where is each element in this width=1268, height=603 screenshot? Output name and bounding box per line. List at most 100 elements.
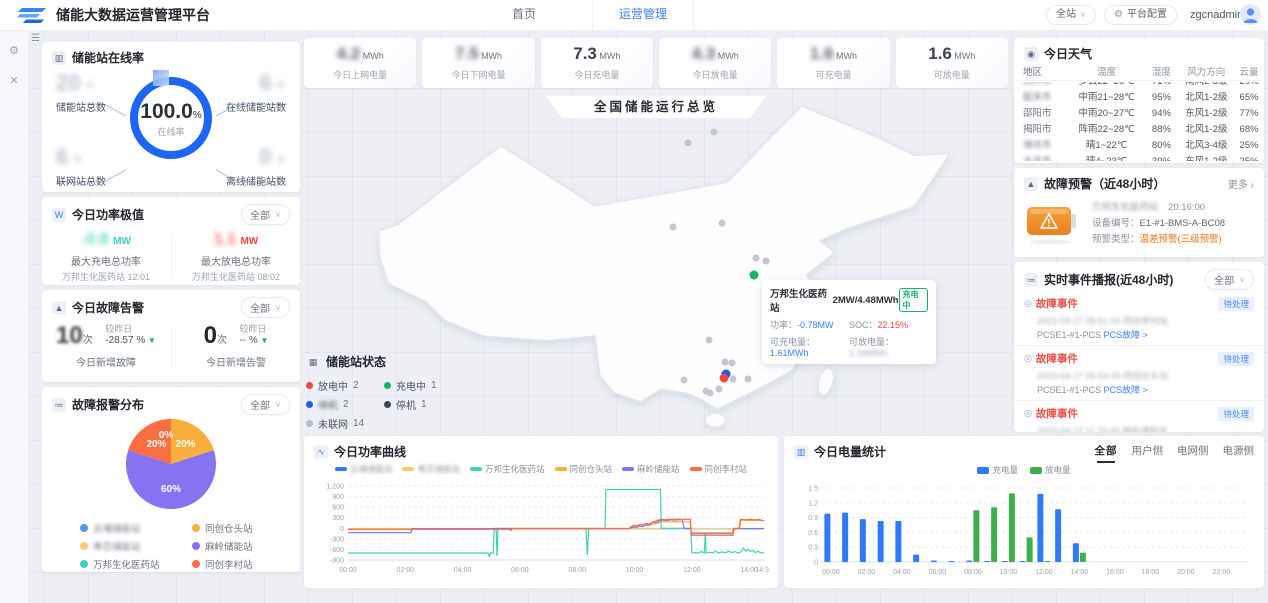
chevron-right-icon[interactable]: > [1140, 385, 1148, 395]
stat-card: 7.3 MWh今日充电量 [541, 38, 653, 88]
tab-source-side[interactable]: 电源侧 [1223, 443, 1255, 460]
status-dot [306, 420, 313, 427]
collapse-menu-icon[interactable]: ☰ [31, 33, 40, 44]
bar-放电量[interactable] [1027, 537, 1033, 562]
event-fault-link[interactable]: PCS故障 [1104, 330, 1141, 340]
curve-legend-item[interactable]: 同创李村站 [690, 463, 748, 475]
bar-充电量[interactable] [842, 513, 848, 562]
station-dot[interactable] [681, 377, 688, 384]
trend-down-icon: ▼ [261, 336, 269, 345]
bar-放电量[interactable] [991, 507, 997, 562]
pie-legend-item[interactable]: 万邦生化医药站 [80, 555, 190, 573]
weather-humidity: 71% [1145, 82, 1179, 90]
bar-legend-item[interactable]: 放电量 [1030, 464, 1071, 476]
bar-充电量[interactable] [860, 519, 866, 562]
stat-unit: 个 [73, 156, 83, 167]
tab-grid-side[interactable]: 电网侧 [1177, 443, 1209, 460]
pie-legend-item[interactable]: 同创李村站 [192, 555, 302, 573]
station-dot[interactable] [706, 337, 713, 344]
weather-rows-viewport[interactable]: 杭州市多云22~26℃71%南风2-3级29%韶关市中雨21~28℃95%北风1… [1014, 82, 1264, 161]
legend-label: 万邦生化医药站 [93, 557, 160, 571]
status-count: 14 [353, 418, 364, 429]
bar-legend-item[interactable]: 充电量 [977, 464, 1018, 476]
y-tick-label: -900 [330, 558, 344, 565]
curve-legend-item[interactable]: 云埔储能站 [335, 463, 393, 475]
station-dot[interactable] [719, 220, 726, 227]
curve-legend-item[interactable]: 同创仓头站 [555, 463, 613, 475]
bar-充电量[interactable] [949, 561, 955, 562]
x-tick-label: 04:00 [454, 567, 472, 574]
bar-充电量[interactable] [984, 561, 990, 562]
warning-item[interactable]: 万邦生化医药站 20:16:00 设备编号：E1-#1-BMS-A-BC08 预… [1024, 200, 1225, 248]
station-dot[interactable] [763, 258, 770, 265]
legend-marker [335, 467, 347, 471]
filter-select[interactable]: 全部 ∨ [241, 204, 290, 225]
online-rate-value: 100.0 [140, 100, 193, 123]
status-legend-item: 停机1 [384, 395, 462, 414]
bar-充电量[interactable] [931, 561, 937, 562]
bar-放电量[interactable] [1009, 493, 1015, 562]
station-dot[interactable] [722, 359, 729, 366]
pie-legend-item[interactable]: 粤芯储能站 [80, 537, 190, 555]
bar-充电量[interactable] [878, 521, 884, 562]
tab-user-side[interactable]: 用户侧 [1132, 443, 1164, 460]
gear-icon[interactable]: ⚙ [7, 44, 21, 58]
curve-legend-item[interactable]: 万邦生化医药站 [470, 463, 545, 475]
filter-select[interactable]: 全部 ∨ [241, 297, 290, 318]
bar-充电量[interactable] [1020, 561, 1026, 562]
bar-充电量[interactable] [824, 514, 830, 562]
curve-legend-item[interactable]: 粤芯储能站 [402, 463, 460, 475]
bar-放电量[interactable] [1044, 561, 1050, 562]
bar-充电量[interactable] [966, 561, 972, 562]
bar-充电量[interactable] [1002, 561, 1008, 562]
pie-legend-item[interactable]: 同创仓头站 [192, 519, 302, 537]
station-dot[interactable] [720, 374, 729, 383]
filter-value: 全部 [250, 300, 270, 315]
filter-select[interactable]: 全部 ∨ [241, 394, 290, 415]
station-dot[interactable] [670, 224, 677, 231]
pie-legend-item[interactable]: 云埔储能站 [80, 519, 190, 537]
panel-title: 实时事件播报(近48小时) [1044, 271, 1173, 288]
station-dot[interactable] [707, 390, 714, 397]
avatar[interactable] [1240, 4, 1261, 25]
station-dot[interactable] [753, 255, 760, 262]
status-dot [384, 401, 391, 408]
bar-充电量[interactable] [1073, 543, 1079, 562]
weather-temp: 中雨20~27℃ [1069, 106, 1145, 122]
more-link[interactable]: 更多 › [1228, 176, 1254, 191]
weather-city: 潍坊市 [1014, 138, 1069, 154]
bar-充电量[interactable] [913, 555, 919, 562]
bar-充电量[interactable] [895, 521, 901, 562]
station-dot[interactable] [685, 140, 692, 147]
grid-icon: ▦ [306, 355, 320, 369]
station-dot[interactable] [750, 271, 759, 280]
tab-home[interactable]: 首页 [492, 0, 556, 29]
weather-temp: 阵雨22~28℃ [1069, 122, 1145, 138]
curve-legend-item[interactable]: 麻岭储能站 [622, 463, 680, 475]
station-dot[interactable] [711, 129, 718, 136]
event-fault-link[interactable]: PCS故障 [1104, 385, 1141, 395]
station-dot[interactable] [716, 386, 723, 393]
bar-放电量[interactable] [973, 510, 979, 562]
station-dot[interactable] [745, 376, 752, 383]
y-tick-label: 0 [340, 526, 344, 533]
status-legend-item: 未联网14 [306, 414, 384, 433]
status-legend-item: 待机2 [306, 395, 384, 414]
events-list: ◎故障事件待处理2023-04-17 05:51:00 同创李村站PCSE1-#… [1014, 291, 1264, 432]
pie-legend-item[interactable]: 麻岭储能站 [192, 537, 302, 555]
tab-all[interactable]: 全部 [1095, 443, 1118, 460]
filter-select[interactable]: 全部 ∨ [1205, 269, 1254, 290]
bar-充电量[interactable] [1055, 509, 1061, 562]
platform-config-button[interactable]: ⚙ 平台配置 [1104, 5, 1177, 25]
station-dot[interactable] [729, 360, 736, 367]
pie-label: 60% [161, 484, 181, 495]
tab-operations[interactable]: 运营管理 [592, 0, 694, 29]
bar-充电量[interactable] [1037, 494, 1043, 562]
bar-放电量[interactable] [1080, 553, 1086, 562]
station-dot[interactable] [730, 376, 737, 383]
chevron-right-icon[interactable]: > [1140, 330, 1148, 340]
site-selector[interactable]: 全站 ∨ [1046, 5, 1096, 25]
stat-value-unit: MWh [597, 51, 621, 61]
alarm-distribution-pie: 20%60%20%0% [42, 413, 300, 515]
close-icon[interactable]: ✕ [7, 74, 21, 88]
